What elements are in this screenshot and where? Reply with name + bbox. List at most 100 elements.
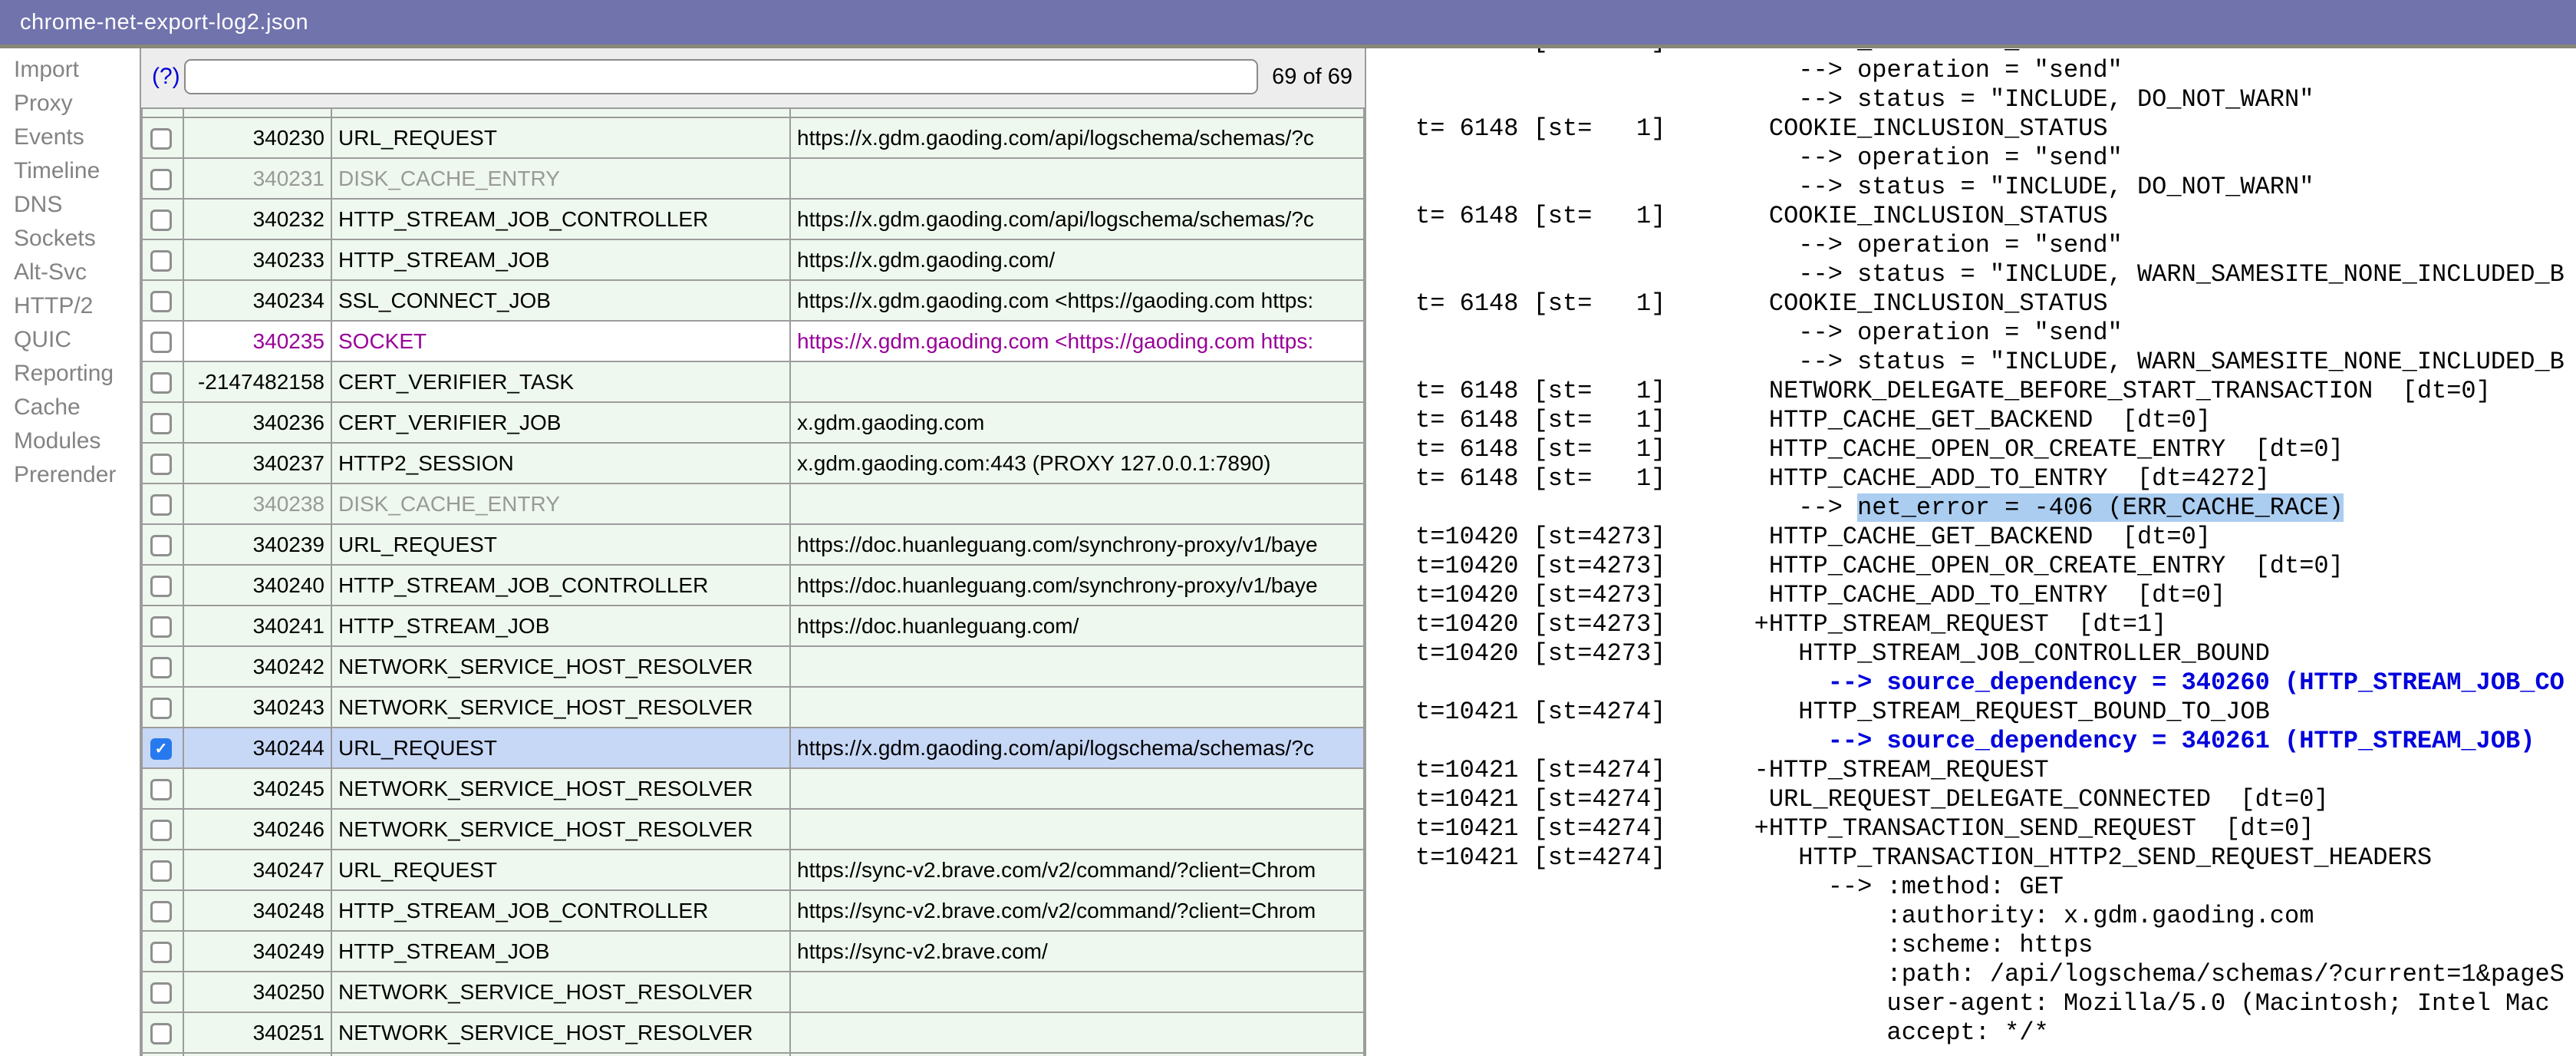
row-checkbox[interactable] — [150, 576, 172, 597]
table-row[interactable]: 340232HTTP_STREAM_JOB_CONTROLLERhttps://… — [142, 199, 1364, 239]
source-id: 340241 — [183, 606, 331, 646]
sidebar-item-modules[interactable]: Modules — [0, 424, 140, 458]
source-type: HTTP_STREAM_JOB_CONTROLLER — [331, 890, 790, 931]
row-checkbox[interactable] — [150, 210, 172, 231]
row-checkbox[interactable] — [150, 657, 172, 678]
table-row[interactable]: 340248HTTP_STREAM_JOB_CONTROLLERhttps://… — [142, 890, 1364, 931]
sidebar-item-sockets[interactable]: Sockets — [0, 222, 140, 256]
source-type — [331, 1053, 790, 1056]
row-checkbox[interactable] — [150, 901, 172, 922]
table-row[interactable]: 340233HTTP_STREAM_JOBhttps://x.gdm.gaodi… — [142, 239, 1364, 280]
source-dependency-link[interactable]: --> source_dependency = 340260 (HTTP_STR… — [1828, 668, 2564, 697]
row-checkbox[interactable] — [150, 250, 172, 272]
row-checkbox[interactable] — [150, 454, 172, 475]
table-row[interactable]: 340249HTTP_STREAM_JOBhttps://sync-v2.bra… — [142, 931, 1364, 972]
log-line: --> :method: GET — [1415, 873, 2576, 902]
log-line: --> source_dependency = 340260 (HTTP_STR… — [1415, 668, 2576, 698]
source-id: 340234 — [183, 280, 331, 321]
log-line: --> status = "INCLUDE, WARN_SAMESITE_NON… — [1415, 260, 2576, 289]
table-row[interactable]: 340251NETWORK_SERVICE_HOST_RESOLVER — [142, 1012, 1364, 1053]
sidebar-item-alt-svc[interactable]: Alt-Svc — [0, 256, 140, 289]
table-row[interactable]: ✓340244URL_REQUESThttps://x.gdm.gaoding.… — [142, 728, 1364, 768]
log-text: --> :method: GET — [1415, 873, 2064, 901]
row-checkbox[interactable] — [150, 616, 172, 638]
row-checkbox-cell — [142, 524, 183, 565]
sidebar-item-timeline[interactable]: Timeline — [0, 154, 140, 188]
log-text: t=10421 [st=4274] HTTP_TRANSACTION_HTTP2… — [1415, 843, 2432, 872]
table-row-partial-bottom[interactable] — [142, 1053, 1364, 1056]
row-checkbox[interactable] — [150, 820, 172, 841]
row-checkbox[interactable] — [150, 169, 172, 190]
row-checkbox[interactable] — [150, 860, 172, 882]
sidebar-item-prerender[interactable]: Prerender — [0, 458, 140, 492]
sidebar-item-import[interactable]: Import — [0, 53, 140, 87]
sidebar-item-cache[interactable]: Cache — [0, 391, 140, 424]
source-description: https://x.gdm.gaoding.com <https://gaodi… — [790, 321, 1364, 361]
sidebar-item-http-2[interactable]: HTTP/2 — [0, 289, 140, 323]
table-row[interactable]: 340243NETWORK_SERVICE_HOST_RESOLVER — [142, 687, 1364, 728]
main-panel: (?) 69 of 69 340230URL_REQUESThttps://x.… — [140, 48, 1365, 1056]
sidebar-item-proxy[interactable]: Proxy — [0, 87, 140, 120]
source-description: https://x.gdm.gaoding.com/ — [790, 239, 1364, 280]
row-checkbox[interactable] — [150, 698, 172, 719]
source-description: x.gdm.gaoding.com — [790, 402, 1364, 443]
row-checkbox[interactable] — [150, 128, 172, 150]
source-description: https://x.gdm.gaoding.com <https://gaodi… — [790, 280, 1364, 321]
row-checkbox[interactable] — [150, 413, 172, 434]
table-row[interactable]: 340234SSL_CONNECT_JOBhttps://x.gdm.gaodi… — [142, 280, 1364, 321]
source-dependency-link[interactable]: --> source_dependency = 340261 (HTTP_STR… — [1828, 727, 2535, 755]
filter-input[interactable] — [184, 59, 1258, 94]
log-text: --> status = "INCLUDE, WARN_SAMESITE_NON… — [1415, 348, 2564, 376]
row-checkbox[interactable] — [150, 291, 172, 312]
log-text: t= 6148 [st= 1] COOKIE_INCLUSION_STATUS — [1415, 114, 2108, 143]
log-text: user-agent: Mozilla/5.0 (Macintosh; Inte… — [1415, 989, 2550, 1018]
source-id: 340250 — [183, 972, 331, 1012]
row-checkbox-cell: ✓ — [142, 728, 183, 768]
log-text: --> operation = "send" — [1415, 56, 2123, 84]
sidebar-item-events[interactable]: Events — [0, 120, 140, 154]
row-checkbox[interactable] — [150, 942, 172, 963]
row-checkbox[interactable] — [150, 372, 172, 394]
table-row[interactable]: 340241HTTP_STREAM_JOBhttps://doc.huanleg… — [142, 606, 1364, 646]
sidebar-item-quic[interactable]: QUIC — [0, 323, 140, 357]
log-text: t=10421 [st=4274] HTTP_STREAM_REQUEST_BO… — [1415, 698, 2270, 726]
table-row[interactable]: 340240HTTP_STREAM_JOB_CONTROLLERhttps://… — [142, 565, 1364, 606]
row-checkbox-checked[interactable]: ✓ — [150, 738, 172, 760]
table-row[interactable]: -2147482158CERT_VERIFIER_TASK — [142, 361, 1364, 402]
table-row[interactable]: 340245NETWORK_SERVICE_HOST_RESOLVER — [142, 768, 1364, 809]
table-row[interactable]: 340247URL_REQUESThttps://sync-v2.brave.c… — [142, 850, 1364, 890]
source-description — [790, 646, 1364, 687]
table-row[interactable]: 340230URL_REQUESThttps://x.gdm.gaoding.c… — [142, 117, 1364, 158]
log-line: t= 6148 [st= 1] COOKIE_INCLUSION_STATUS — [1415, 114, 2576, 144]
source-id: 340242 — [183, 646, 331, 687]
sidebar-item-dns[interactable]: DNS — [0, 188, 140, 222]
table-row[interactable]: 340238DISK_CACHE_ENTRY — [142, 483, 1364, 524]
row-checkbox[interactable] — [150, 982, 172, 1004]
row-checkbox-cell — [142, 361, 183, 402]
table-row[interactable]: 340250NETWORK_SERVICE_HOST_RESOLVER — [142, 972, 1364, 1012]
table-row[interactable]: 340246NETWORK_SERVICE_HOST_RESOLVER — [142, 809, 1364, 850]
filter-help-link[interactable]: (?) — [152, 64, 180, 90]
sidebar-item-reporting[interactable]: Reporting — [0, 357, 140, 391]
row-checkbox-cell — [142, 1053, 183, 1056]
source-description: https://doc.huanleguang.com/ — [790, 606, 1364, 646]
table-row[interactable]: 340237HTTP2_SESSIONx.gdm.gaoding.com:443… — [142, 443, 1364, 483]
table-row[interactable]: 340239URL_REQUESThttps://doc.huanleguang… — [142, 524, 1364, 565]
row-checkbox[interactable] — [150, 1023, 172, 1044]
table-row[interactable]: 340235SOCKEThttps://x.gdm.gaoding.com <h… — [142, 321, 1364, 361]
source-type: HTTP_STREAM_JOB_CONTROLLER — [331, 199, 790, 239]
table-row[interactable]: 340236CERT_VERIFIER_JOBx.gdm.gaoding.com — [142, 402, 1364, 443]
log-text: t=10420 [st=4273] +HTTP_STREAM_REQUEST [… — [1415, 610, 2166, 639]
log-text: t= 6148 [st= 1] COOKIE_INCLUSION_STATUS — [1415, 289, 2108, 318]
table-row[interactable]: 340242NETWORK_SERVICE_HOST_RESOLVER — [142, 646, 1364, 687]
row-checkbox[interactable] — [150, 779, 172, 800]
table-row[interactable]: 340231DISK_CACHE_ENTRY — [142, 158, 1364, 199]
source-type: NETWORK_SERVICE_HOST_RESOLVER — [331, 646, 790, 687]
table-row-partial-top[interactable] — [142, 107, 1364, 117]
row-checkbox[interactable] — [150, 494, 172, 516]
log-line: t= 6148 [st= 1] HTTP_CACHE_GET_BACKEND [… — [1415, 406, 2576, 435]
source-type: URL_REQUEST — [331, 850, 790, 890]
row-checkbox[interactable] — [150, 332, 172, 353]
row-checkbox[interactable] — [150, 535, 172, 556]
source-id: 340233 — [183, 239, 331, 280]
